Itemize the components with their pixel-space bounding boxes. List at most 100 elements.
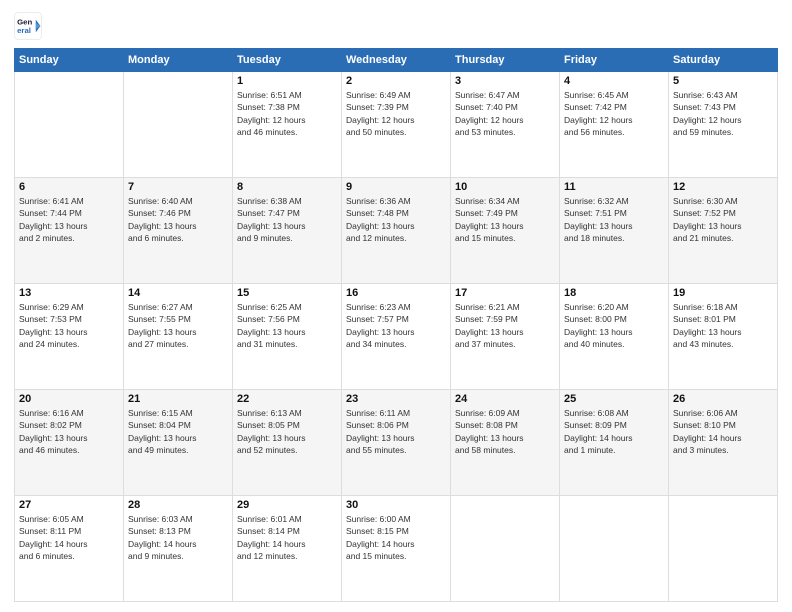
day-number: 22 — [237, 393, 337, 405]
calendar-table: Sunday Monday Tuesday Wednesday Thursday… — [14, 48, 778, 602]
day-number: 18 — [564, 287, 664, 299]
day-number: 25 — [564, 393, 664, 405]
calendar-cell: 21Sunrise: 6:15 AM Sunset: 8:04 PM Dayli… — [124, 390, 233, 496]
calendar-cell: 28Sunrise: 6:03 AM Sunset: 8:13 PM Dayli… — [124, 496, 233, 602]
col-friday: Friday — [560, 49, 669, 72]
calendar-cell: 10 Sunrise: 6:34 AM Sunset: 7:49 PM Dayli… — [451, 178, 560, 284]
calendar-cell: 7 Sunrise: 6:40 AM Sunset: 7:46 PM Daylig… — [124, 178, 233, 284]
day-info: Sunrise: 6:38 AM Sunset: 7:47 PM Dayligh… — [237, 195, 337, 244]
day-number: 8 — [237, 181, 337, 193]
calendar-body: 1 Sunrise: 6:51 AM Sunset: 7:38 PM Daylig… — [15, 72, 778, 602]
day-number: 5 — [673, 75, 773, 87]
calendar-cell: 3Sunrise: 6:47 AM Sunset: 7:40 PM Daylig… — [451, 72, 560, 178]
day-number: 26 — [673, 393, 773, 405]
day-info: Sunrise: 6:06 AM Sunset: 8:10 PM Dayligh… — [673, 407, 773, 456]
day-info: Sunrise: 6:43 AM Sunset: 7:43 PM Dayligh… — [673, 89, 773, 138]
calendar-cell: 6 Sunrise: 6:41 AM Sunset: 7:44 PM Daylig… — [15, 178, 124, 284]
header: Gen eral — [14, 12, 778, 40]
calendar-week-4: 20 Sunrise: 6:16 AM Sunset: 8:02 PM Dayli… — [15, 390, 778, 496]
day-info: Sunrise: 6:00 AM Sunset: 8:15 PM Dayligh… — [346, 513, 446, 562]
day-info: Sunrise: 6:08 AM Sunset: 8:09 PM Dayligh… — [564, 407, 664, 456]
day-number: 17 — [455, 287, 555, 299]
day-info: Sunrise: 6:40 AM Sunset: 7:46 PM Dayligh… — [128, 195, 228, 244]
day-info: Sunrise: 6:13 AM Sunset: 8:05 PM Dayligh… — [237, 407, 337, 456]
calendar-cell: 8 Sunrise: 6:38 AM Sunset: 7:47 PM Daylig… — [233, 178, 342, 284]
day-number: 20 — [19, 393, 119, 405]
calendar-cell: 13 Sunrise: 6:29 AM Sunset: 7:53 PM Dayli… — [15, 284, 124, 390]
svg-text:Gen: Gen — [17, 17, 32, 26]
day-info: Sunrise: 6:45 AM Sunset: 7:42 PM Dayligh… — [564, 89, 664, 138]
day-info: Sunrise: 6:34 AM Sunset: 7:49 PM Dayligh… — [455, 195, 555, 244]
calendar-cell — [451, 496, 560, 602]
calendar-cell — [560, 496, 669, 602]
calendar-header: Sunday Monday Tuesday Wednesday Thursday… — [15, 49, 778, 72]
calendar-cell: 12Sunrise: 6:30 AM Sunset: 7:52 PM Dayli… — [669, 178, 778, 284]
day-info: Sunrise: 6:32 AM Sunset: 7:51 PM Dayligh… — [564, 195, 664, 244]
col-monday: Monday — [124, 49, 233, 72]
header-row: Sunday Monday Tuesday Wednesday Thursday… — [15, 49, 778, 72]
day-number: 12 — [673, 181, 773, 193]
col-wednesday: Wednesday — [342, 49, 451, 72]
calendar-cell: 9Sunrise: 6:36 AM Sunset: 7:48 PM Daylig… — [342, 178, 451, 284]
day-number: 30 — [346, 499, 446, 511]
logo: Gen eral — [14, 12, 46, 40]
calendar-cell: 30 Sunrise: 6:00 AM Sunset: 8:15 PM Dayli… — [342, 496, 451, 602]
day-number: 1 — [237, 75, 337, 87]
day-number: 13 — [19, 287, 119, 299]
day-number: 7 — [128, 181, 228, 193]
day-number: 15 — [237, 287, 337, 299]
day-info: Sunrise: 6:21 AM Sunset: 7:59 PM Dayligh… — [455, 301, 555, 350]
day-number: 23 — [346, 393, 446, 405]
calendar-cell: 19 Sunrise: 6:18 AM Sunset: 8:01 PM Dayli… — [669, 284, 778, 390]
calendar-cell: 24 Sunrise: 6:09 AM Sunset: 8:08 PM Dayli… — [451, 390, 560, 496]
calendar-cell: 20 Sunrise: 6:16 AM Sunset: 8:02 PM Dayli… — [15, 390, 124, 496]
col-tuesday: Tuesday — [233, 49, 342, 72]
calendar-cell — [669, 496, 778, 602]
day-info: Sunrise: 6:41 AM Sunset: 7:44 PM Dayligh… — [19, 195, 119, 244]
calendar-cell: 23 Sunrise: 6:11 AM Sunset: 8:06 PM Dayli… — [342, 390, 451, 496]
day-info: Sunrise: 6:25 AM Sunset: 7:56 PM Dayligh… — [237, 301, 337, 350]
calendar-cell: 5 Sunrise: 6:43 AM Sunset: 7:43 PM Daylig… — [669, 72, 778, 178]
page: Gen eral Sunday Monday Tuesday Wednesday… — [0, 0, 792, 612]
calendar-week-2: 6 Sunrise: 6:41 AM Sunset: 7:44 PM Daylig… — [15, 178, 778, 284]
day-number: 6 — [19, 181, 119, 193]
day-number: 16 — [346, 287, 446, 299]
col-thursday: Thursday — [451, 49, 560, 72]
svg-text:eral: eral — [17, 26, 31, 35]
day-info: Sunrise: 6:18 AM Sunset: 8:01 PM Dayligh… — [673, 301, 773, 350]
calendar-cell: 11 Sunrise: 6:32 AM Sunset: 7:51 PM Dayli… — [560, 178, 669, 284]
calendar-cell: 22 Sunrise: 6:13 AM Sunset: 8:05 PM Dayli… — [233, 390, 342, 496]
day-info: Sunrise: 6:29 AM Sunset: 7:53 PM Dayligh… — [19, 301, 119, 350]
day-info: Sunrise: 6:09 AM Sunset: 8:08 PM Dayligh… — [455, 407, 555, 456]
calendar-cell — [15, 72, 124, 178]
day-number: 24 — [455, 393, 555, 405]
calendar-week-1: 1 Sunrise: 6:51 AM Sunset: 7:38 PM Daylig… — [15, 72, 778, 178]
calendar-cell: 4 Sunrise: 6:45 AM Sunset: 7:42 PM Daylig… — [560, 72, 669, 178]
day-number: 21 — [128, 393, 228, 405]
calendar-cell: 27Sunrise: 6:05 AM Sunset: 8:11 PM Dayli… — [15, 496, 124, 602]
calendar-week-5: 27Sunrise: 6:05 AM Sunset: 8:11 PM Dayli… — [15, 496, 778, 602]
calendar-cell: 2Sunrise: 6:49 AM Sunset: 7:39 PM Daylig… — [342, 72, 451, 178]
day-number: 3 — [455, 75, 555, 87]
day-number: 10 — [455, 181, 555, 193]
day-info: Sunrise: 6:51 AM Sunset: 7:38 PM Dayligh… — [237, 89, 337, 138]
day-number: 19 — [673, 287, 773, 299]
calendar-cell: 17 Sunrise: 6:21 AM Sunset: 7:59 PM Dayli… — [451, 284, 560, 390]
calendar-cell: 26 Sunrise: 6:06 AM Sunset: 8:10 PM Dayli… — [669, 390, 778, 496]
day-number: 4 — [564, 75, 664, 87]
day-info: Sunrise: 6:03 AM Sunset: 8:13 PM Dayligh… — [128, 513, 228, 562]
logo-icon: Gen eral — [14, 12, 42, 40]
day-info: Sunrise: 6:49 AM Sunset: 7:39 PM Dayligh… — [346, 89, 446, 138]
day-info: Sunrise: 6:36 AM Sunset: 7:48 PM Dayligh… — [346, 195, 446, 244]
calendar-cell: 25 Sunrise: 6:08 AM Sunset: 8:09 PM Dayli… — [560, 390, 669, 496]
day-info: Sunrise: 6:11 AM Sunset: 8:06 PM Dayligh… — [346, 407, 446, 456]
day-info: Sunrise: 6:01 AM Sunset: 8:14 PM Dayligh… — [237, 513, 337, 562]
day-number: 11 — [564, 181, 664, 193]
day-info: Sunrise: 6:20 AM Sunset: 8:00 PM Dayligh… — [564, 301, 664, 350]
calendar-cell: 15 Sunrise: 6:25 AM Sunset: 7:56 PM Dayli… — [233, 284, 342, 390]
calendar-cell: 29 Sunrise: 6:01 AM Sunset: 8:14 PM Dayli… — [233, 496, 342, 602]
calendar-cell: 14Sunrise: 6:27 AM Sunset: 7:55 PM Dayli… — [124, 284, 233, 390]
calendar-cell: 16Sunrise: 6:23 AM Sunset: 7:57 PM Dayli… — [342, 284, 451, 390]
day-number: 29 — [237, 499, 337, 511]
day-info: Sunrise: 6:16 AM Sunset: 8:02 PM Dayligh… — [19, 407, 119, 456]
